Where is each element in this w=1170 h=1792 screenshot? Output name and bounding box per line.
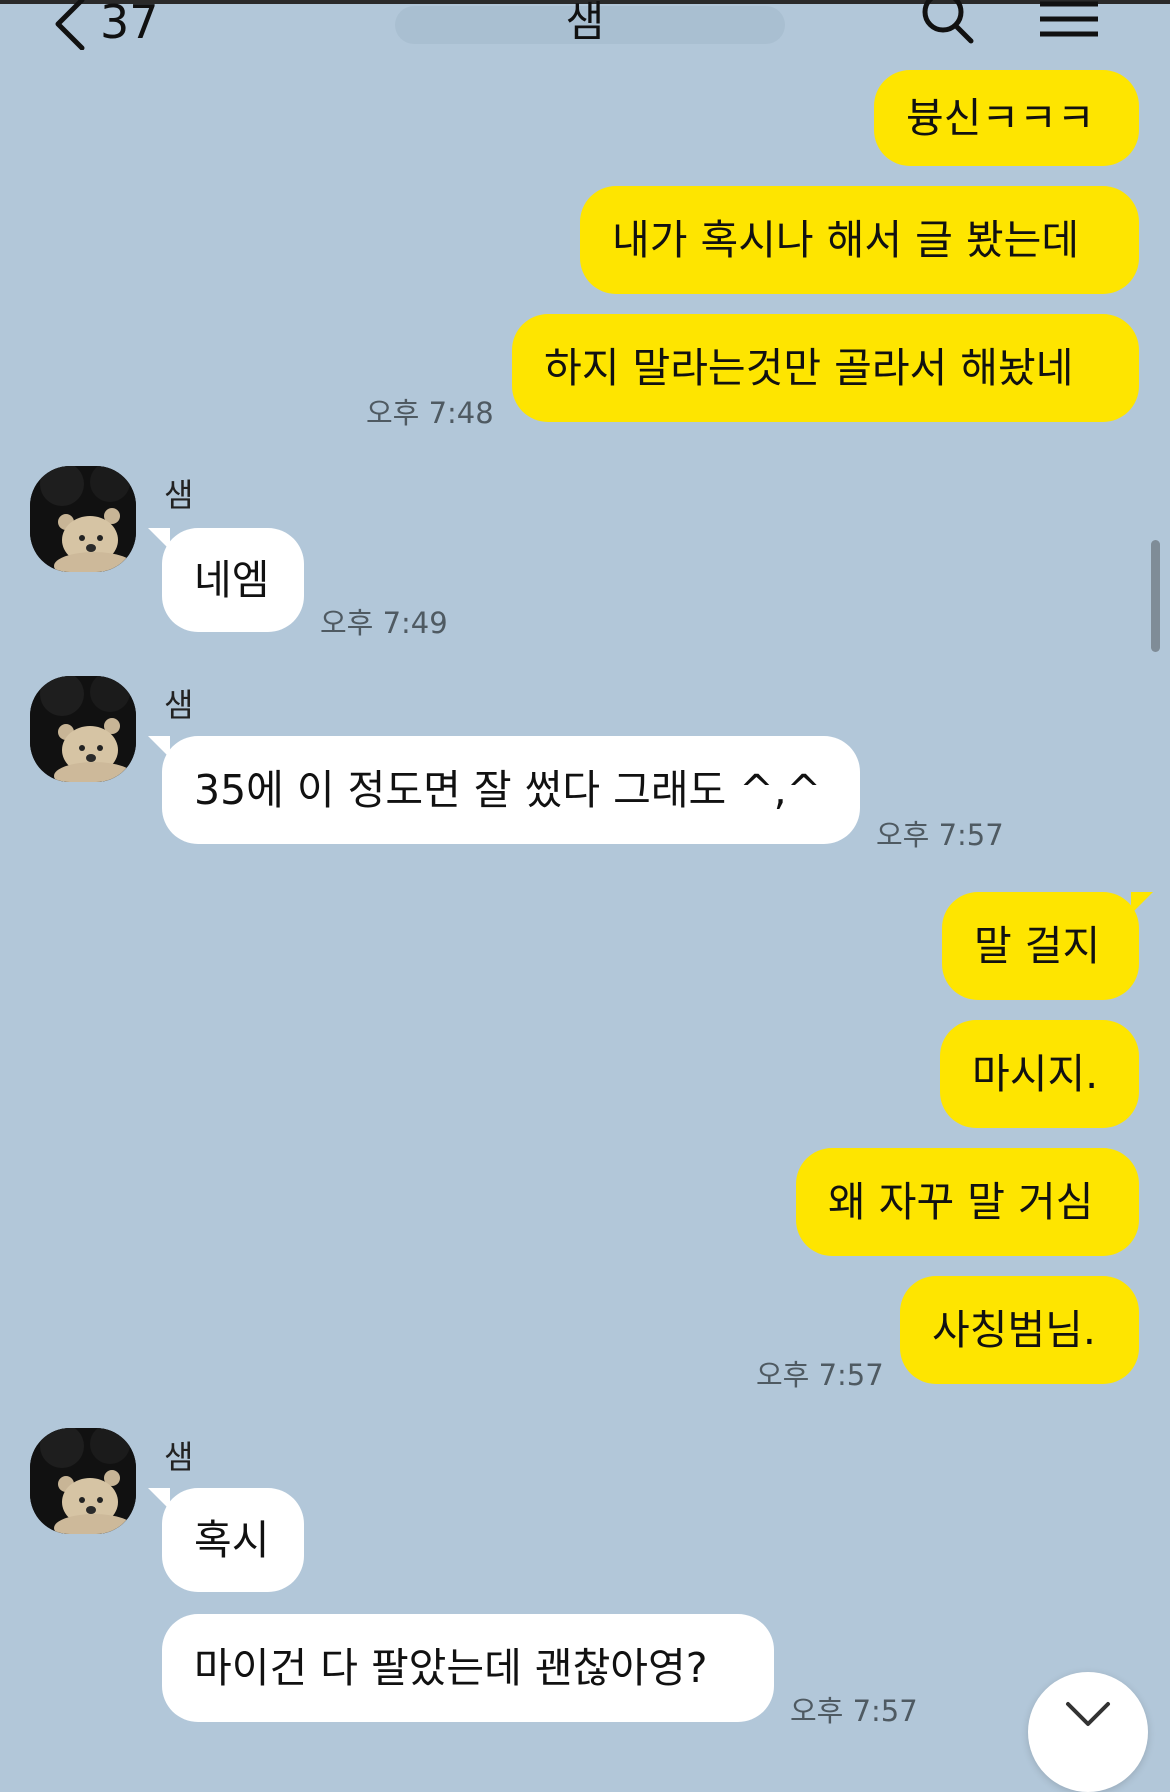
unread-count: 37 (100, 0, 159, 49)
my-message-bubble[interactable]: 사칭범님. (900, 1276, 1139, 1384)
avatar[interactable] (30, 466, 136, 572)
message-timestamp: 오후 7:57 (756, 1358, 884, 1392)
teddy-bear-avatar-image (30, 1428, 136, 1534)
teddy-bear-avatar-image (30, 466, 136, 572)
avatar[interactable] (30, 676, 136, 782)
my-message-bubble[interactable]: 왜 자꾸 말 거심 (796, 1148, 1139, 1256)
sender-name: 샘 (164, 686, 194, 724)
message-timestamp: 오후 7:57 (876, 818, 1004, 852)
my-message-bubble[interactable]: 내가 혹시나 해서 글 봤는데 (580, 186, 1139, 294)
chevron-down-icon (1066, 1702, 1110, 1726)
sender-name: 샘 (164, 476, 194, 514)
my-message-bubble[interactable]: 마시지. (940, 1020, 1139, 1128)
message-timestamp: 오후 7:48 (366, 396, 494, 430)
their-message-bubble[interactable]: 혹시 (148, 1488, 304, 1592)
their-message-bubble[interactable]: 35에 이 정도면 잘 썼다 그래도 ^,^ (148, 736, 860, 844)
my-message-bubble[interactable]: 하지 말라는것만 골라서 해놨네 (512, 314, 1139, 422)
back-button[interactable]: 37 (48, 0, 159, 50)
teddy-bear-avatar-image (30, 676, 136, 782)
chevron-left-icon (55, 0, 85, 50)
their-message-bubble[interactable]: 마이건 다 팔았는데 괜찮아영? (162, 1614, 774, 1722)
avatar[interactable] (30, 1428, 136, 1534)
message-timestamp: 오후 7:57 (790, 1694, 918, 1728)
chat-header: 37 샘 (0, 0, 1170, 78)
scrollbar[interactable] (1151, 540, 1160, 652)
message-timestamp: 오후 7:49 (320, 606, 448, 640)
my-message-bubble[interactable]: 븅신ㅋㅋㅋ (874, 70, 1139, 166)
search-icon[interactable] (915, 0, 979, 50)
chat-title: 샘 (565, 0, 605, 46)
menu-icon[interactable] (1036, 0, 1102, 44)
their-message-bubble[interactable]: 네엠 (148, 528, 304, 632)
my-message-bubble[interactable]: 말 걸지 (942, 892, 1153, 1000)
sender-name: 샘 (164, 1438, 194, 1476)
scroll-to-bottom-button[interactable] (1028, 1672, 1148, 1792)
